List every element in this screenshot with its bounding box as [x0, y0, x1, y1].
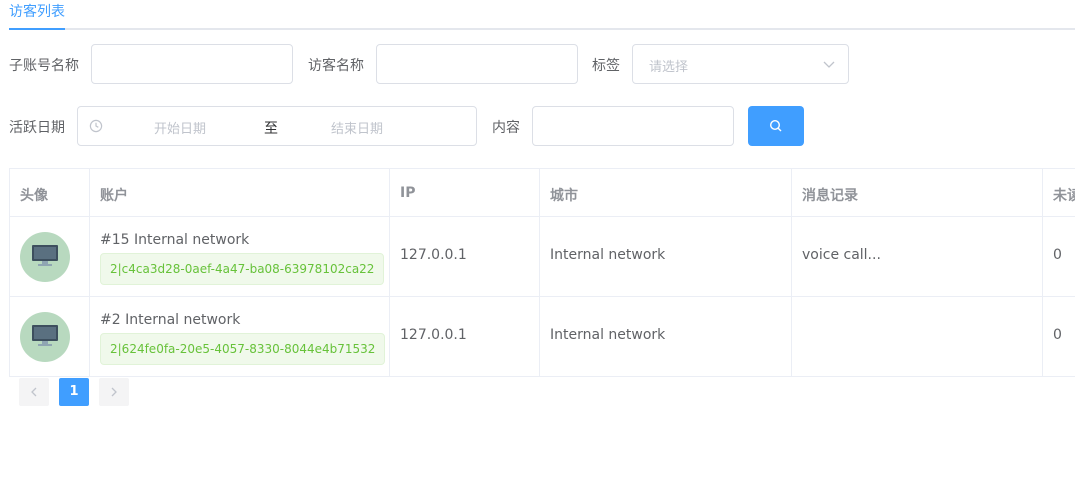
tag-select-placeholder: 请选择 [649, 60, 689, 75]
tab-visitor-list[interactable]: 访客列表 [9, 1, 65, 21]
account-id-tag: 2|c4ca3d28-0aef-4a47-ba08-63978102ca22 [100, 253, 385, 285]
avatar [20, 312, 70, 362]
city-cell: Internal network [540, 297, 792, 376]
ip-value: 127.0.0.1 [400, 327, 467, 343]
chevron-left-icon [31, 387, 37, 397]
message-value: voice call... [802, 247, 881, 263]
end-date-input[interactable]: 结束日期 [331, 118, 383, 137]
header-avatar: 头像 [10, 169, 90, 216]
city-cell: Internal network [540, 217, 792, 296]
search-icon [769, 119, 782, 132]
next-page-button[interactable] [99, 378, 129, 406]
visitor-name-input[interactable] [376, 44, 578, 84]
active-date-label: 活跃日期 [9, 120, 65, 136]
chevron-right-icon [111, 387, 117, 397]
header-city: 城市 [540, 169, 792, 216]
account-id-tag: 2|624fe0fa-20e5-4057-8330-8044e4b71532 [100, 333, 386, 365]
avatar-cell [10, 217, 90, 296]
ip-value: 127.0.0.1 [400, 247, 467, 263]
content-input[interactable] [532, 106, 734, 146]
account-name: #15 Internal network [100, 232, 250, 248]
header-unread: 未读 [1043, 169, 1075, 216]
subaccount-input[interactable] [91, 44, 293, 84]
unread-cell: 0 [1043, 297, 1075, 376]
prev-page-button[interactable] [19, 378, 49, 406]
ip-cell: 127.0.0.1 [390, 217, 540, 296]
chevron-down-icon [823, 61, 835, 68]
active-tab-indicator [9, 28, 65, 30]
table-row[interactable]: #2 Internal network 2|624fe0fa-20e5-4057… [10, 297, 1075, 377]
search-button[interactable] [748, 106, 804, 146]
date-range-picker[interactable]: 开始日期 至 结束日期 [77, 106, 477, 146]
tab-bar: 访客列表 [9, 0, 1075, 30]
content-label: 内容 [492, 120, 520, 136]
unread-value: 0 [1053, 327, 1062, 343]
ip-cell: 127.0.0.1 [390, 297, 540, 376]
monitor-icon [32, 245, 58, 266]
header-message-log: 消息记录 [792, 169, 1043, 216]
subaccount-label: 子账号名称 [9, 58, 79, 74]
page-number-button[interactable]: 1 [59, 378, 89, 406]
header-ip: IP [390, 169, 540, 216]
account-name: #2 Internal network [100, 312, 241, 328]
tag-label: 标签 [592, 58, 620, 74]
table-row[interactable]: #15 Internal network 2|c4ca3d28-0aef-4a4… [10, 217, 1075, 297]
message-cell [792, 297, 1043, 376]
start-date-input[interactable]: 开始日期 [154, 118, 206, 137]
avatar [20, 232, 70, 282]
city-value: Internal network [550, 327, 666, 343]
date-range-separator: 至 [264, 121, 278, 137]
avatar-cell [10, 297, 90, 376]
clock-icon [89, 119, 103, 133]
unread-cell: 0 [1043, 217, 1075, 296]
tag-select[interactable]: 请选择 [632, 44, 849, 84]
account-cell: #15 Internal network 2|c4ca3d28-0aef-4a4… [90, 217, 390, 296]
account-cell: #2 Internal network 2|624fe0fa-20e5-4057… [90, 297, 390, 376]
table-header-row: 头像 账户 IP 城市 消息记录 未读 [10, 169, 1075, 217]
visitor-table: 头像 账户 IP 城市 消息记录 未读 #15 Internal network… [9, 168, 1075, 377]
city-value: Internal network [550, 247, 666, 263]
header-account: 账户 [90, 169, 390, 216]
unread-value: 0 [1053, 247, 1062, 263]
monitor-icon [32, 325, 58, 346]
visitor-name-label: 访客名称 [308, 58, 364, 74]
message-cell: voice call... [792, 217, 1043, 296]
